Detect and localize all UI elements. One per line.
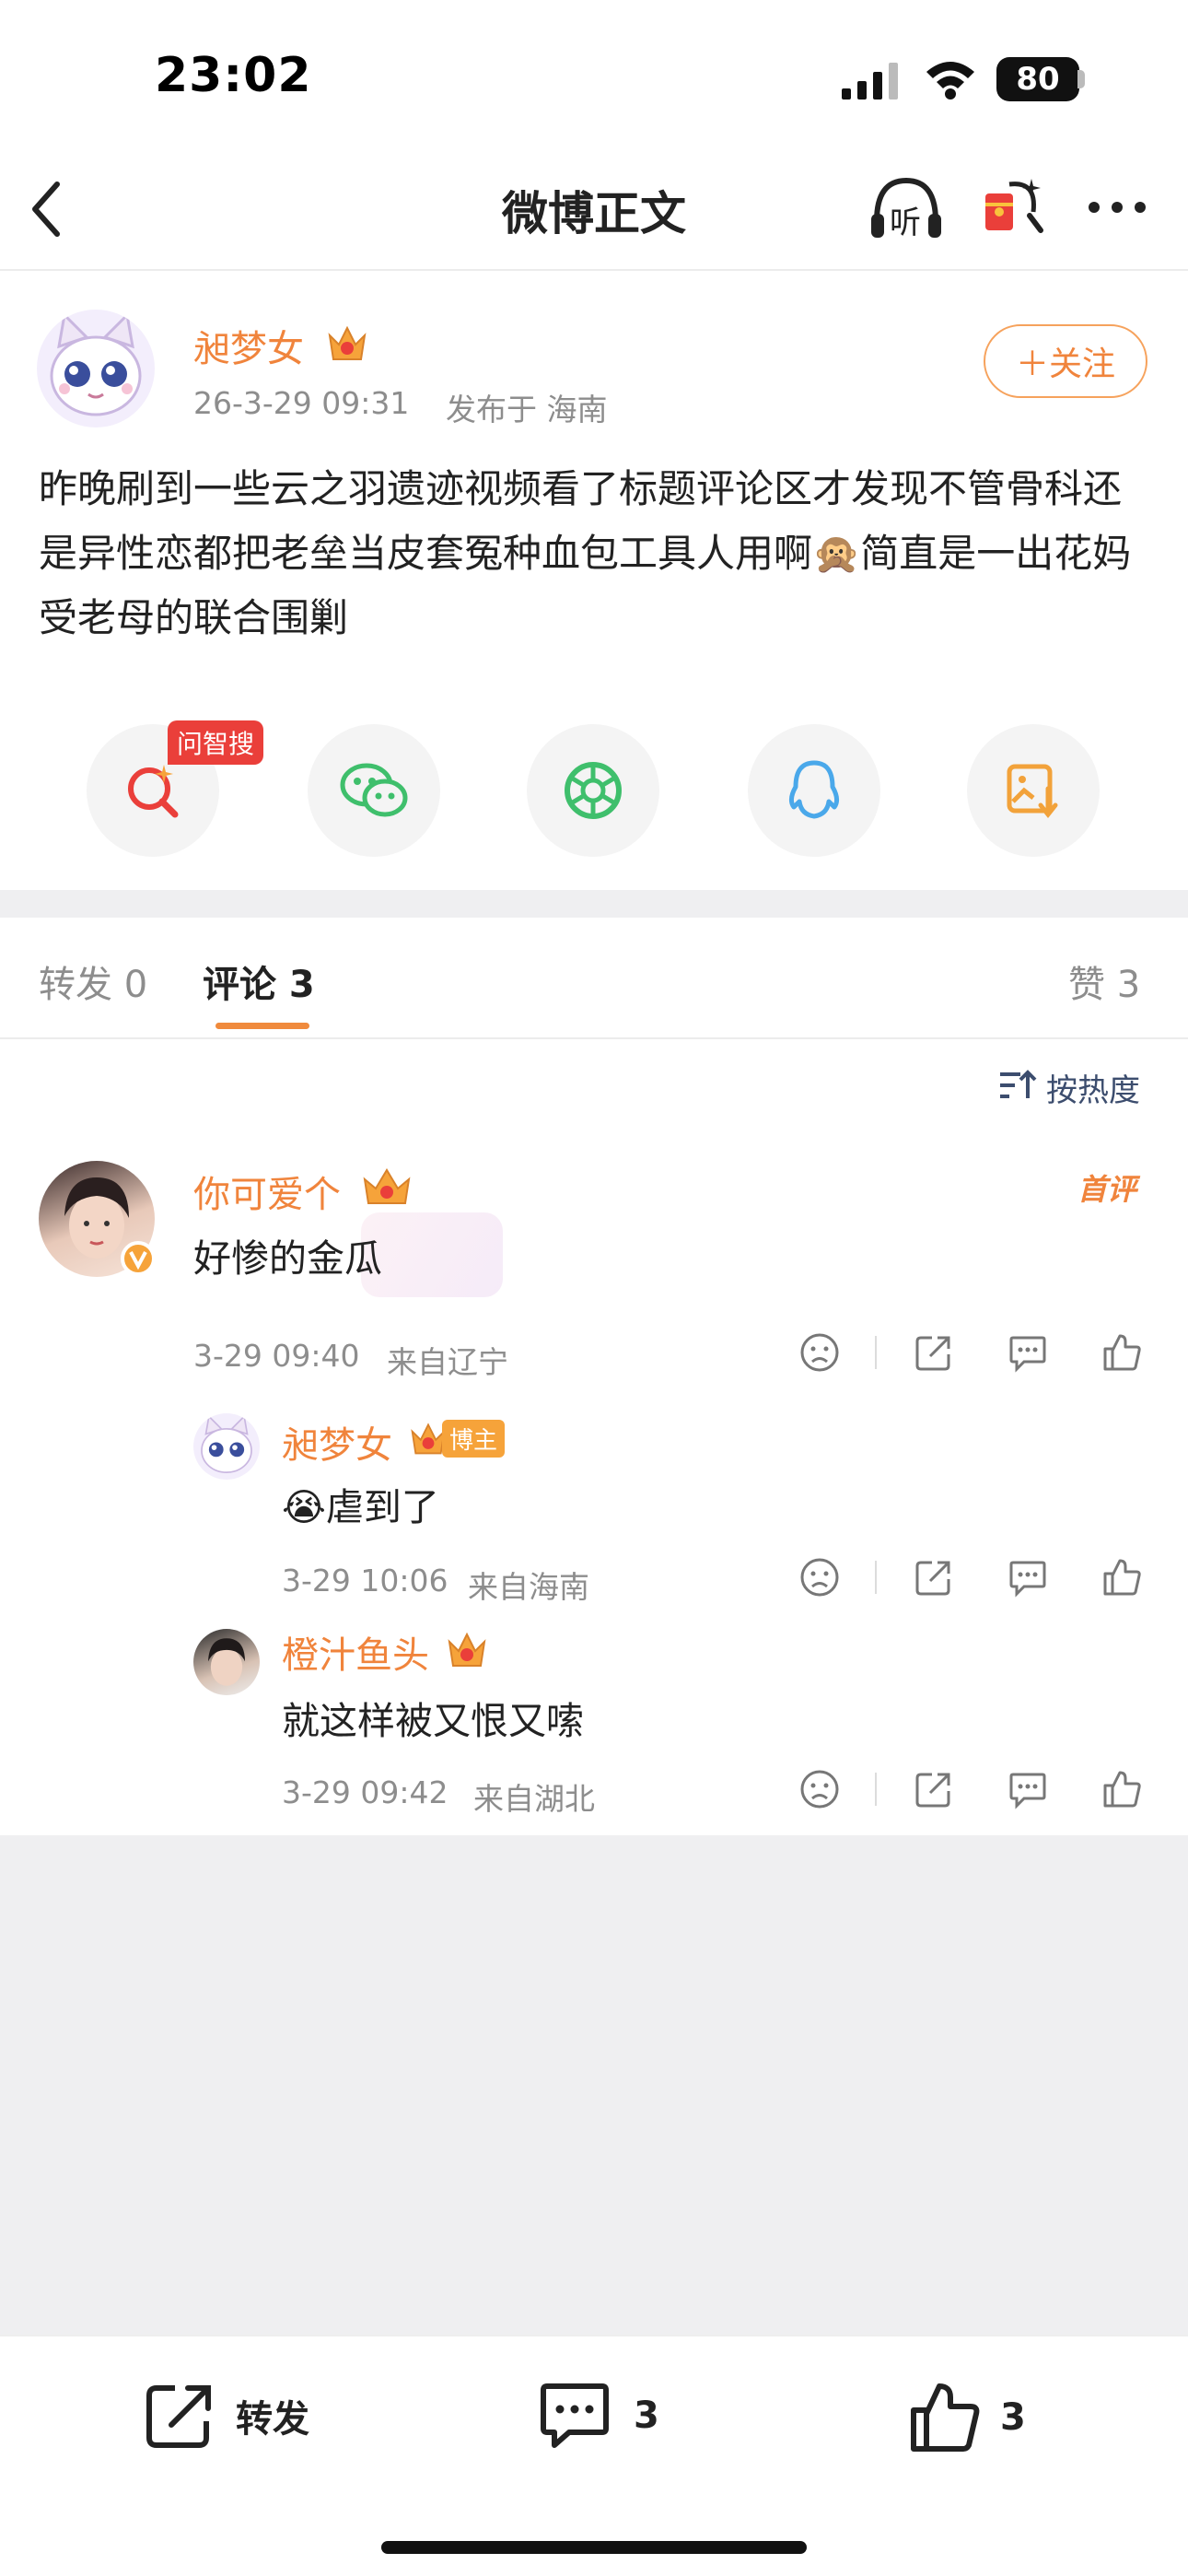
portrait-avatar-icon (208, 1638, 245, 1686)
reply-time: 3-29 09:42 (282, 1774, 448, 1810)
share-qq-button[interactable] (748, 724, 880, 857)
share-icon[interactable] (914, 1332, 954, 1373)
action-separator (875, 1336, 877, 1369)
action-separator (875, 1773, 877, 1806)
battery-indicator: 80 (996, 57, 1079, 101)
comment-actions (799, 1332, 1142, 1373)
repost-icon (146, 2385, 211, 2448)
tab-repost[interactable]: 转发 0 (39, 954, 147, 1008)
crown-badge-icon (448, 1632, 486, 1667)
red-packet-search-icon[interactable] (982, 175, 1046, 241)
tabs-divider (0, 1037, 1188, 1039)
reply-bubble-icon[interactable] (1007, 1557, 1048, 1598)
share-wechat-button[interactable] (308, 724, 440, 857)
reply-bubble-icon[interactable] (1007, 1769, 1048, 1809)
like-thumb-icon[interactable] (1101, 1769, 1142, 1809)
reply-location: 来自海南 (468, 1569, 589, 1605)
empty-area (0, 1835, 1188, 2335)
more-icon[interactable] (1087, 197, 1147, 217)
listen-label: 听 (890, 205, 921, 241)
post-time: 26-3-29 09:31 (193, 385, 410, 421)
signal-icon (842, 63, 898, 100)
zhisou-badge: 问智搜 (168, 720, 264, 765)
reply-author-name[interactable]: 昶梦女 (282, 1415, 392, 1469)
save-image-button[interactable] (967, 724, 1100, 857)
tab-comment[interactable]: 评论 3 (203, 954, 315, 1008)
share-moments-button[interactable] (527, 724, 659, 857)
first-comment-badge: 首评 (1077, 1172, 1137, 1207)
like-thumb-icon (911, 2383, 980, 2452)
nav-divider (0, 269, 1188, 271)
reply-actions (799, 1557, 1142, 1598)
reply-avatar[interactable] (193, 1413, 260, 1480)
save-image-icon (1007, 764, 1058, 819)
blogger-badge-label: 博主 (442, 1419, 506, 1458)
dislike-face-icon[interactable] (799, 1332, 840, 1373)
tab-like[interactable]: 赞 3 (1068, 954, 1140, 1008)
action-separator (875, 1561, 877, 1594)
reply-bubble-icon[interactable] (1007, 1332, 1048, 1373)
bottom-action-bar (0, 2335, 1188, 2576)
repost-label: 转发 (236, 2398, 309, 2441)
cat-avatar-icon (50, 311, 142, 416)
crown-badge-icon (363, 1168, 411, 1204)
follow-button[interactable]: ＋关注 (984, 324, 1147, 398)
comment-button[interactable]: 3 (538, 2381, 659, 2451)
blogger-badge: 博主 (409, 1419, 506, 1458)
listen-button[interactable]: 听 (869, 175, 943, 241)
reply-text: 就这样被又恨又嗦 (282, 1699, 584, 1743)
wifi-icon (926, 62, 974, 100)
comment-sticker-decoration (361, 1212, 503, 1297)
reply-author-name[interactable]: 橙汁鱼头 (282, 1625, 429, 1679)
like-thumb-icon[interactable] (1101, 1332, 1142, 1373)
status-time: 23:02 (155, 48, 312, 103)
battery-cap (1077, 70, 1085, 88)
cat-avatar-icon (201, 1414, 252, 1473)
sort-icon (1000, 1070, 1037, 1098)
moments-aperture-icon (565, 762, 622, 819)
author-name[interactable]: 昶梦女 (193, 319, 304, 372)
share-icon[interactable] (914, 1769, 954, 1809)
dislike-face-icon[interactable] (799, 1557, 840, 1598)
zhisou-icon (128, 765, 179, 818)
section-separator (0, 890, 1188, 918)
reply-location: 来自湖北 (473, 1781, 595, 1817)
author-avatar[interactable] (37, 310, 155, 427)
verified-v-icon (121, 1241, 156, 1276)
reply-text: 😭虐到了 (282, 1485, 439, 1529)
wechat-icon (340, 763, 408, 817)
qq-penguin-icon (788, 760, 840, 819)
commenter-name[interactable]: 你可爱个 (193, 1165, 341, 1218)
repost-button[interactable]: 转发 (144, 2381, 309, 2451)
crown-badge-icon (328, 325, 367, 360)
comment-location: 来自辽宁 (387, 1344, 508, 1380)
tab-comment-underline (215, 1023, 309, 1029)
post-text: 昨晚刷到一些云之羽遗迹视频看了标题评论区才发现不管骨科还是异性恋都把老垒当皮套冤… (39, 466, 1132, 640)
like-thumb-icon[interactable] (1101, 1557, 1142, 1598)
like-button[interactable]: 3 (908, 2381, 1026, 2454)
reply-actions (799, 1769, 1142, 1809)
comment-count: 3 (634, 2395, 659, 2437)
dislike-face-icon[interactable] (799, 1769, 840, 1809)
home-indicator (381, 2541, 807, 2554)
comment-text: 好惨的金瓜 (193, 1236, 382, 1281)
comment-time: 3-29 09:40 (193, 1338, 360, 1374)
like-count: 3 (1000, 2396, 1026, 2439)
comment-icon (541, 2383, 609, 2448)
share-icon[interactable] (914, 1557, 954, 1598)
reply-avatar[interactable] (193, 1629, 260, 1695)
sort-by-hot[interactable]: 按热度 (1046, 1065, 1140, 1110)
post-location: 发布于 海南 (446, 392, 608, 427)
reply-time: 3-29 10:06 (282, 1563, 448, 1598)
